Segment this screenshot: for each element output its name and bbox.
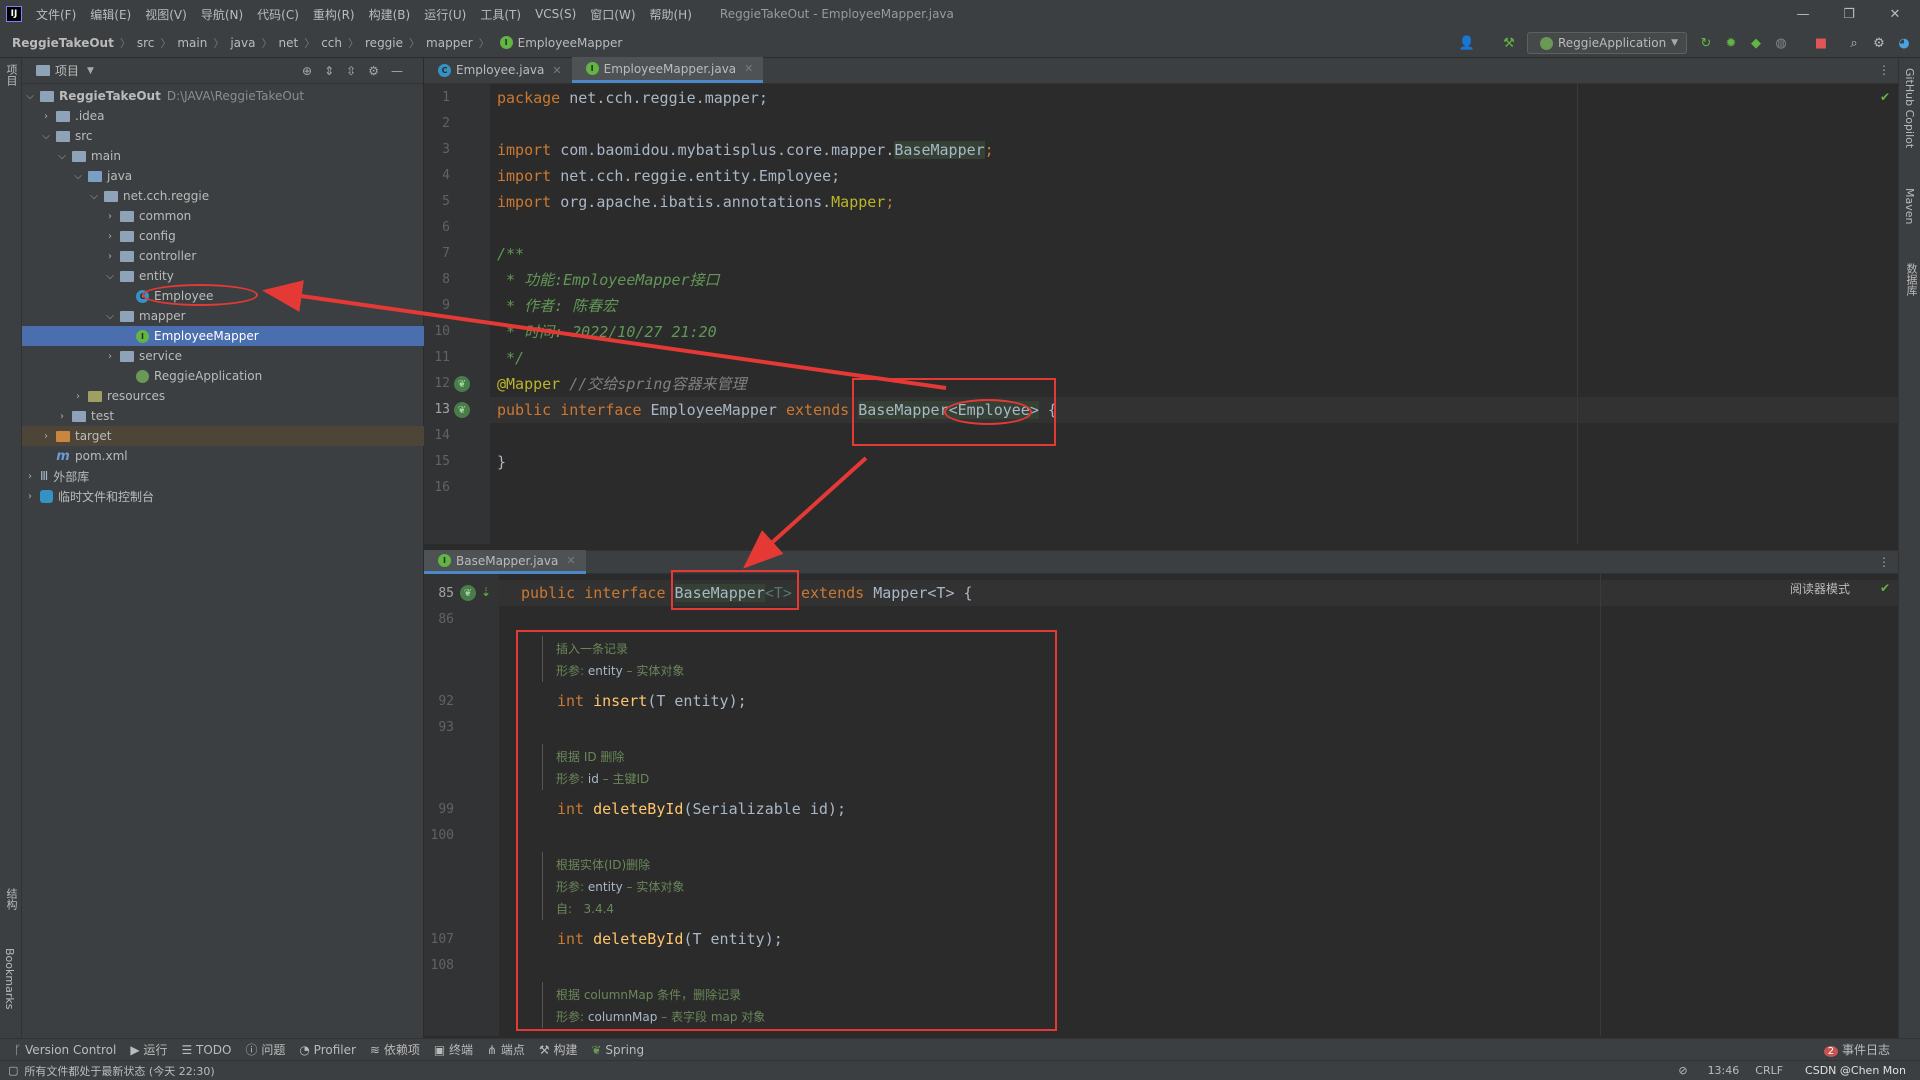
annotation-arrows bbox=[262, 280, 947, 569]
tool-run[interactable]: ▶ 运行 bbox=[130, 1041, 167, 1058]
layers-icon: ≋ bbox=[369, 1043, 380, 1057]
tool-label: Profiler bbox=[313, 1042, 356, 1057]
hammer-icon: ⚒ bbox=[538, 1043, 550, 1057]
info-icon: ⓘ bbox=[245, 1043, 258, 1057]
spring-icon: ❦ bbox=[591, 1042, 602, 1057]
watermark: CSDN @Chen Mon bbox=[1805, 1064, 1906, 1077]
line-separator[interactable]: CRLF bbox=[1755, 1064, 1783, 1077]
tool-endpoints[interactable]: ⋔ 端点 bbox=[487, 1041, 525, 1058]
tool-build[interactable]: ⚒ 构建 bbox=[539, 1041, 578, 1058]
arrow-to-basemapper bbox=[743, 456, 868, 569]
arrow-to-employee bbox=[262, 280, 947, 390]
status-bar: ▢ 所有文件都处于最新状态 (今天 22:30) ⊘ 13:46 CRLF CS… bbox=[0, 1060, 1920, 1080]
tool-label: TODO bbox=[196, 1042, 232, 1057]
play-icon: ▶ bbox=[130, 1043, 140, 1057]
profiler-icon: ◔ bbox=[299, 1042, 310, 1057]
event-log-button[interactable]: 2 事件日志 bbox=[1823, 1041, 1890, 1058]
endpoints-icon: ⋔ bbox=[487, 1043, 498, 1057]
tool-label: Version Control bbox=[25, 1042, 117, 1057]
tool-label: 构建 bbox=[553, 1043, 578, 1057]
caret-position[interactable]: 13:46 bbox=[1708, 1064, 1740, 1077]
tool-label: Spring bbox=[605, 1042, 645, 1057]
tool-terminal[interactable]: ▣ 终端 bbox=[434, 1041, 473, 1058]
terminal-icon: ▣ bbox=[433, 1043, 446, 1057]
event-count-badge: 2 bbox=[1823, 1046, 1839, 1057]
tool-problems[interactable]: ⓘ 问题 bbox=[246, 1041, 286, 1058]
status-message: 所有文件都处于最新状态 (今天 22:30) bbox=[24, 1064, 215, 1078]
tool-label: 运行 bbox=[143, 1043, 168, 1057]
branch-icon: ᚴ bbox=[14, 1042, 22, 1057]
bottom-tool-bar: ᚴ Version Control ▶ 运行 ☰ TODO ⓘ 问题 ◔ Pro… bbox=[0, 1038, 1920, 1060]
tool-label: 问题 bbox=[261, 1043, 286, 1057]
tool-dependencies[interactable]: ≋ 依赖项 bbox=[370, 1041, 420, 1058]
status-icon[interactable]: ▢ bbox=[8, 1064, 18, 1077]
list-icon: ☰ bbox=[181, 1042, 193, 1057]
tool-spring[interactable]: ❦ Spring bbox=[592, 1043, 645, 1057]
tool-label: 依赖项 bbox=[383, 1043, 420, 1057]
tool-label: 终端 bbox=[449, 1043, 474, 1057]
tool-label: 事件日志 bbox=[1841, 1043, 1890, 1057]
tool-label: 端点 bbox=[500, 1043, 525, 1057]
tool-profiler[interactable]: ◔ Profiler bbox=[299, 1043, 356, 1057]
tool-todo[interactable]: ☰ TODO bbox=[181, 1043, 231, 1057]
tool-version-control[interactable]: ᚴ Version Control bbox=[14, 1043, 116, 1057]
notification-off-icon[interactable]: ⊘ bbox=[1678, 1064, 1687, 1077]
